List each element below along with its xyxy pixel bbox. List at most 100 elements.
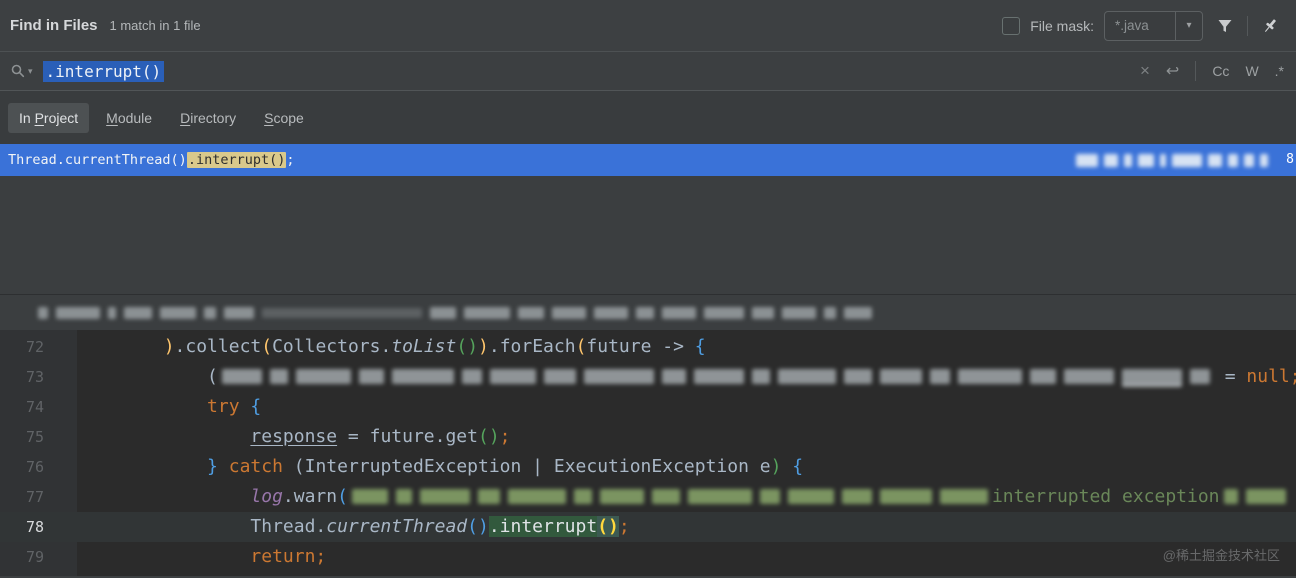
line-number: 75 bbox=[0, 422, 77, 452]
code-token: Thread. bbox=[250, 516, 326, 537]
code-token: .collect bbox=[175, 336, 262, 357]
search-match-highlight: ) bbox=[608, 516, 619, 537]
code-token: { bbox=[250, 396, 261, 417]
file-mask-label: File mask: bbox=[1030, 18, 1094, 34]
redacted-block bbox=[1076, 154, 1098, 167]
redacted-code-block bbox=[752, 369, 770, 384]
search-query: .interrupt() bbox=[43, 61, 165, 82]
redacted-block bbox=[1172, 154, 1202, 167]
redacted-code-block bbox=[396, 489, 412, 504]
search-match-highlight: .interrupt bbox=[489, 516, 597, 537]
tab-directory[interactable]: Directory bbox=[169, 103, 247, 133]
search-input[interactable]: .interrupt() bbox=[43, 62, 165, 81]
redacted-block bbox=[224, 307, 254, 319]
code-token: ( bbox=[576, 336, 587, 357]
code-token: ( bbox=[337, 486, 348, 507]
chevron-down-icon[interactable]: ▾ bbox=[28, 66, 33, 77]
code-token: interrupted exception bbox=[992, 486, 1220, 507]
code-token: ( bbox=[261, 336, 272, 357]
find-in-files-dialog: Find in Files 1 match in 1 file File mas… bbox=[0, 0, 1296, 578]
code-token bbox=[77, 396, 207, 417]
code-line[interactable]: 76 } catch (InterruptedException | Execu… bbox=[0, 452, 1296, 482]
code-token bbox=[240, 396, 251, 417]
redacted-block bbox=[662, 307, 696, 319]
code-token: InterruptedException | ExecutionExceptio… bbox=[305, 456, 771, 477]
redacted-code-block bbox=[940, 489, 988, 504]
code-token: ( bbox=[456, 336, 467, 357]
redacted-code-block bbox=[778, 369, 836, 384]
file-mask-checkbox[interactable] bbox=[1002, 17, 1020, 35]
redacted-block bbox=[430, 307, 456, 319]
code-line[interactable]: 79 return; bbox=[0, 542, 1296, 572]
code-line[interactable]: 74 try { bbox=[0, 392, 1296, 422]
code-token: future -> bbox=[586, 336, 694, 357]
code-token: = bbox=[1214, 366, 1247, 387]
redacted-code-block bbox=[880, 489, 932, 504]
search-result-row[interactable]: Thread.currentThread().interrupt(); 8 bbox=[0, 144, 1296, 176]
redacted-block bbox=[782, 307, 816, 319]
code-content: ( = null; bbox=[77, 362, 1296, 392]
code-lines: 72 ).collect(Collectors.toList()).forEac… bbox=[0, 330, 1296, 572]
redacted-code-block bbox=[1122, 369, 1182, 384]
code-content: return; bbox=[77, 542, 326, 572]
code-line[interactable]: 73 ( = null; bbox=[0, 362, 1296, 392]
code-token: try bbox=[207, 396, 240, 417]
code-line[interactable]: 72 ).collect(Collectors.toList()).forEac… bbox=[0, 332, 1296, 362]
newline-icon[interactable]: ↩ bbox=[1166, 61, 1179, 81]
code-content: Thread.currentThread().interrupt(); bbox=[77, 512, 630, 542]
line-number: 74 bbox=[0, 392, 77, 422]
file-mask-value: *.java bbox=[1105, 18, 1175, 33]
redacted-block bbox=[464, 307, 510, 319]
redacted-code-block bbox=[652, 489, 680, 504]
redacted-block bbox=[844, 307, 872, 319]
result-post: ; bbox=[286, 152, 294, 168]
words-button[interactable]: W bbox=[1245, 63, 1258, 79]
match-case-button[interactable]: Cc bbox=[1212, 63, 1229, 79]
redacted-block bbox=[262, 308, 422, 318]
redacted-block bbox=[124, 307, 152, 319]
redacted-code-block bbox=[958, 369, 1022, 384]
code-token: { bbox=[781, 456, 803, 477]
divider bbox=[1195, 61, 1196, 81]
code-token: null bbox=[1246, 366, 1289, 387]
code-line[interactable]: 78 Thread.currentThread().interrupt(); bbox=[0, 512, 1296, 542]
redacted-code-block bbox=[462, 369, 482, 384]
redacted-code-block bbox=[842, 489, 872, 504]
tab-scope[interactable]: Scope bbox=[253, 103, 315, 133]
redacted-code-block bbox=[844, 369, 872, 384]
code-token bbox=[77, 336, 164, 357]
redacted-block bbox=[552, 307, 586, 319]
chevron-down-icon[interactable]: ▾ bbox=[1175, 12, 1202, 40]
redacted-code-block bbox=[544, 369, 576, 384]
redacted-block bbox=[518, 307, 544, 319]
close-icon[interactable]: × bbox=[1140, 61, 1150, 81]
code-line[interactable]: 75 response = future.get(); bbox=[0, 422, 1296, 452]
search-icon: ▾ bbox=[10, 63, 43, 79]
redacted-code-block bbox=[478, 489, 500, 504]
redacted-code-block bbox=[392, 369, 454, 384]
regex-button[interactable]: .* bbox=[1275, 63, 1284, 79]
search-match-highlight: ( bbox=[597, 516, 608, 537]
redacted-block bbox=[636, 307, 654, 319]
redacted-block bbox=[1260, 154, 1268, 167]
redacted-code-block bbox=[490, 369, 536, 384]
redacted-code-block bbox=[1246, 489, 1286, 504]
result-line-number: 8 bbox=[1286, 144, 1294, 176]
file-mask-combo[interactable]: *.java ▾ bbox=[1104, 11, 1203, 41]
editor-pane[interactable]: 72 ).collect(Collectors.toList()).forEac… bbox=[0, 330, 1296, 576]
code-token: ( bbox=[283, 456, 305, 477]
header-left: Find in Files 1 match in 1 file bbox=[10, 17, 201, 34]
redacted-code-block bbox=[930, 369, 950, 384]
code-token: ; bbox=[500, 426, 511, 447]
tab-module[interactable]: Module bbox=[95, 103, 163, 133]
tab-in-project[interactable]: In Project bbox=[8, 103, 89, 133]
code-token: ) bbox=[771, 456, 782, 477]
code-line[interactable]: 77 log.warn(interrupted exception bbox=[0, 482, 1296, 512]
code-token: ( bbox=[207, 366, 218, 387]
pin-icon[interactable] bbox=[1258, 14, 1282, 38]
code-token bbox=[77, 456, 207, 477]
code-token: log bbox=[250, 486, 283, 507]
redacted-block bbox=[56, 307, 100, 319]
filter-icon[interactable] bbox=[1213, 14, 1237, 38]
redacted-block bbox=[108, 307, 116, 319]
